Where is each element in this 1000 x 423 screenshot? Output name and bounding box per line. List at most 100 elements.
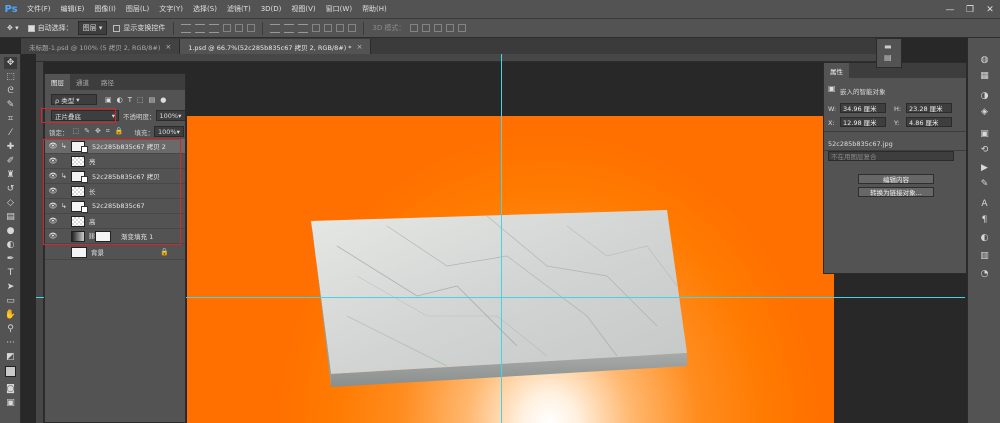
minimize-button[interactable]: — [940, 5, 960, 15]
distribute-right-icon[interactable] [336, 24, 345, 32]
menu-layer[interactable]: 图层(L) [121, 4, 154, 14]
guide-vertical[interactable] [501, 54, 502, 423]
quick-mask-icon[interactable]: ◙ [4, 383, 17, 395]
align-hcenter-icon[interactable] [235, 24, 244, 32]
pen-tool-icon[interactable]: ✒ [4, 253, 17, 265]
character-icon[interactable]: A [978, 198, 991, 210]
visibility-eye-icon[interactable]: □ [48, 248, 58, 256]
adjustments-icon[interactable]: ◑ [978, 90, 991, 102]
menu-edit[interactable]: 编辑(E) [56, 4, 90, 14]
libraries-icon[interactable]: ▣ [978, 128, 991, 140]
height-input[interactable]: 23.28 厘米 [906, 103, 952, 113]
distribute-left-icon[interactable] [312, 24, 321, 32]
3d-rotate-icon[interactable] [410, 24, 419, 32]
healing-brush-icon[interactable]: ✚ [4, 141, 17, 153]
auto-align-icon[interactable] [348, 24, 357, 32]
show-transform-checkbox[interactable] [113, 24, 121, 32]
layers-icon[interactable]: ▥ [978, 250, 991, 262]
paragraph-icon[interactable]: ¶ [978, 214, 991, 226]
move-tool-icon[interactable]: ✥ ▾ [7, 24, 19, 32]
menu-filter[interactable]: 滤镜(T) [222, 4, 256, 14]
hand-tool-icon[interactable]: ✋ [4, 309, 17, 321]
distribute-top-icon[interactable] [270, 23, 281, 33]
swatches-icon[interactable]: ▦ [978, 70, 991, 82]
grip-icon[interactable]: ▬ [884, 42, 892, 51]
filter-icons[interactable]: ▣◐T⬚▤● [105, 96, 171, 104]
marble-slab[interactable] [187, 116, 834, 423]
3d-scale-icon[interactable] [458, 24, 467, 32]
align-left-icon[interactable] [223, 24, 232, 32]
layer-comp-select[interactable]: 不在用图层复合 [828, 151, 954, 161]
align-right-icon[interactable] [247, 24, 256, 32]
menu-file[interactable]: 文件(F) [22, 4, 56, 14]
default-colors-icon[interactable]: ◩ [4, 351, 17, 363]
styles-icon[interactable]: ◈ [978, 106, 991, 118]
dodge-tool-icon[interactable]: ◐ [4, 239, 17, 251]
screen-mode-icon[interactable]: ▣ [4, 397, 17, 409]
tab-paths[interactable]: 路径 [95, 74, 120, 90]
auto-select-dropdown[interactable]: 图层 ▾ [77, 21, 108, 35]
lasso-tool-icon[interactable]: ᘓ [4, 85, 17, 97]
edit-contents-button[interactable]: 编辑内容 [858, 174, 934, 184]
eraser-tool-icon[interactable]: ◇ [4, 197, 17, 209]
convert-to-linked-button[interactable]: 转换为链接对象... [858, 187, 934, 197]
distribute-hcenter-icon[interactable] [324, 24, 333, 32]
marquee-tool-icon[interactable]: ⬚ [4, 71, 17, 83]
distribute-vcenter-icon[interactable] [284, 23, 295, 33]
y-input[interactable]: 4.86 厘米 [906, 117, 952, 127]
history-icon[interactable]: ⟲ [978, 144, 991, 156]
channels-icon[interactable]: ◔ [978, 268, 991, 280]
3d-slide-icon[interactable] [446, 24, 455, 32]
gradient-tool-icon[interactable]: ▤ [4, 211, 17, 223]
close-icon[interactable]: × [165, 43, 171, 51]
brush-tool-icon[interactable]: ✐ [4, 155, 17, 167]
3d-drag-icon[interactable] [434, 24, 443, 32]
menu-image[interactable]: 图像(I) [89, 4, 121, 14]
filter-kind-select[interactable]: ρ 类型 ▾ [51, 94, 97, 105]
stamp-tool-icon[interactable]: ♜ [4, 169, 17, 181]
color-icon[interactable]: ◍ [978, 54, 991, 66]
type-tool-icon[interactable]: T [4, 267, 17, 279]
align-bottom-icon[interactable] [209, 23, 220, 33]
align-top-icon[interactable] [181, 23, 192, 33]
width-input[interactable]: 34.96 厘米 [840, 103, 886, 113]
more-tools-icon[interactable]: ··· [4, 337, 17, 349]
properties-icon[interactable]: ▤ [884, 53, 892, 62]
quick-select-icon[interactable]: ✎ [4, 99, 17, 111]
layer-row[interactable]: □ 背景 🔒 [45, 245, 185, 260]
timeline-icon[interactable]: ◐ [978, 232, 991, 244]
tab-properties[interactable]: 属性 [824, 63, 849, 78]
lock-icons[interactable]: ⬚✎✥⌗🔒 [73, 127, 129, 136]
fill-input[interactable]: 100% ▾ [154, 126, 185, 137]
brush-settings-icon[interactable]: ✎ [978, 178, 991, 190]
tab-1-psd[interactable]: 1.psd @ 66.7%(52c285b835c67 拷贝 2, RGB/8#… [180, 39, 372, 54]
document-canvas[interactable] [187, 116, 834, 423]
menu-3d[interactable]: 3D(D) [256, 5, 287, 13]
history-brush-icon[interactable]: ↺ [4, 183, 17, 195]
tab-channels[interactable]: 通道 [70, 74, 95, 90]
menu-window[interactable]: 窗口(W) [321, 4, 357, 14]
x-input[interactable]: 12.98 厘米 [840, 117, 886, 127]
tab-layers[interactable]: 图层 [45, 74, 70, 90]
crop-tool-icon[interactable]: ⌗ [4, 113, 17, 125]
path-select-icon[interactable]: ➤ [4, 281, 17, 293]
foreground-color-swatch[interactable] [4, 365, 17, 377]
3d-roll-icon[interactable] [422, 24, 431, 32]
distribute-bottom-icon[interactable] [298, 23, 309, 33]
eyedropper-icon[interactable]: ⁄ [4, 127, 17, 139]
move-tool-icon[interactable]: ✥ [4, 57, 17, 69]
align-vcenter-icon[interactable] [195, 23, 206, 33]
zoom-tool-icon[interactable]: ⚲ [4, 323, 17, 335]
auto-select-checkbox[interactable] [27, 24, 35, 32]
menu-select[interactable]: 选择(S) [188, 4, 222, 14]
actions-icon[interactable]: ▶ [978, 162, 991, 174]
menu-type[interactable]: 文字(Y) [154, 4, 188, 14]
blur-tool-icon[interactable]: ● [4, 225, 17, 237]
menu-help[interactable]: 帮助(H) [357, 4, 392, 14]
opacity-input[interactable]: 100% ▾ [155, 110, 186, 121]
close-button[interactable]: ✕ [980, 5, 1000, 15]
tab-untitled[interactable]: 未标题-1.psd @ 100% (5 拷贝 2, RGB/8#) × [21, 39, 181, 54]
close-icon[interactable]: × [357, 43, 363, 51]
rectangle-tool-icon[interactable]: ▭ [4, 295, 17, 307]
restore-button[interactable]: ❐ [960, 5, 980, 15]
